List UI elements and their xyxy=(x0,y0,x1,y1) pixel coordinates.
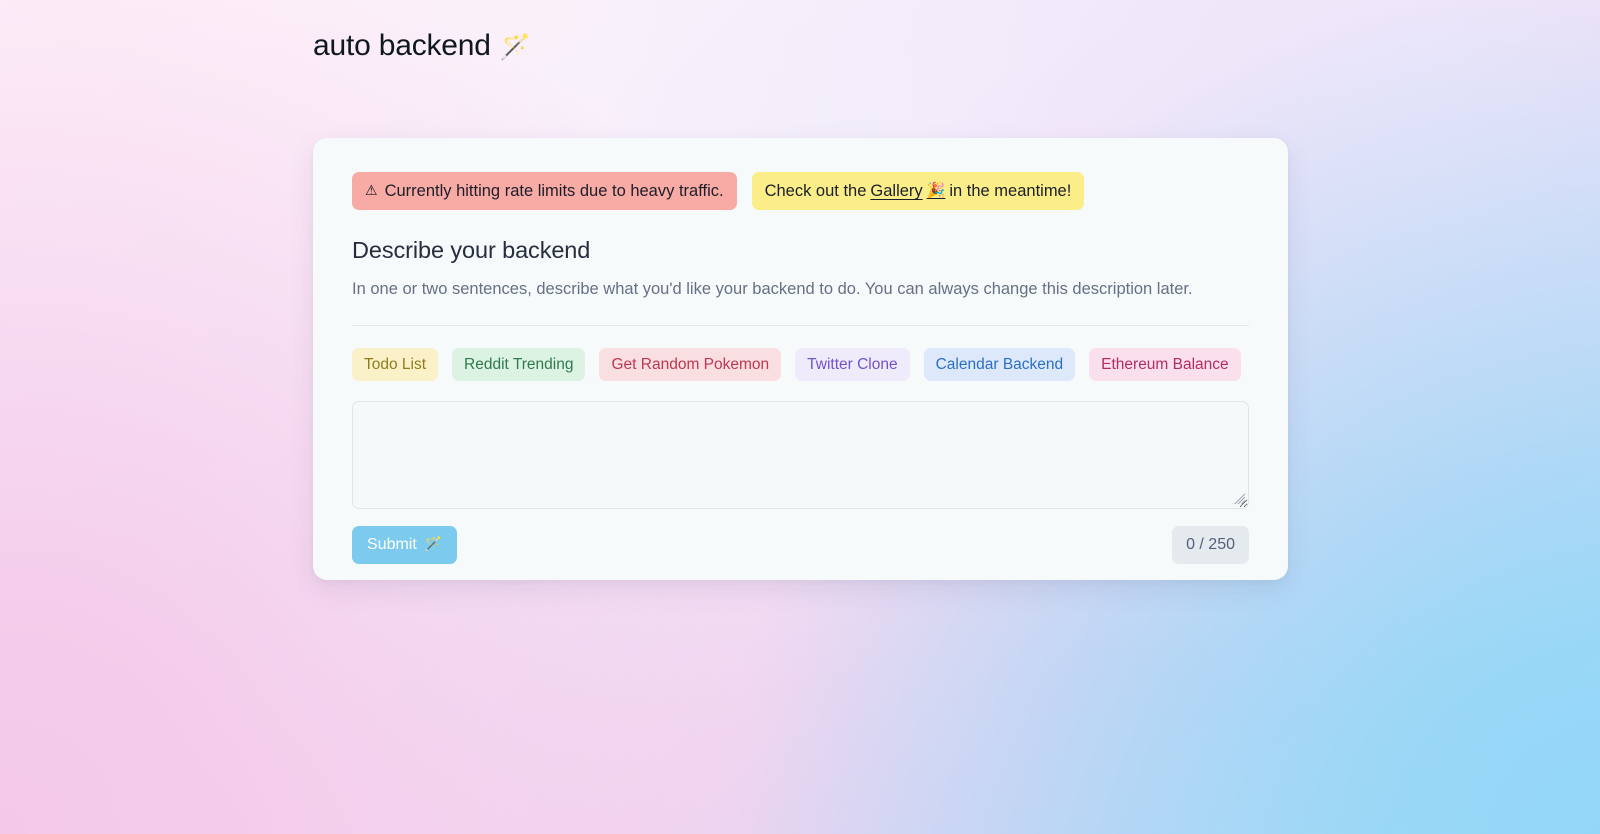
example-chip[interactable]: Todo List xyxy=(352,348,439,381)
rate-limit-warning-text: Currently hitting rate limits due to hea… xyxy=(384,182,724,200)
example-chip[interactable]: Reddit Trending xyxy=(452,348,586,381)
gallery-link[interactable]: Gallery 🎉 xyxy=(870,181,945,201)
prompt-textarea-wrapper xyxy=(352,401,1249,509)
example-chip[interactable]: Ethereum Balance xyxy=(1089,348,1241,381)
gallery-banner-suffix: in the meantime! xyxy=(949,182,1072,200)
page-description: In one or two sentences, describe what y… xyxy=(352,280,1193,298)
magic-wand-icon: 🪄 xyxy=(499,32,531,61)
party-popper-icon: 🎉 xyxy=(926,182,946,199)
app-logo[interactable]: auto backend 🪄 xyxy=(313,27,531,65)
backend-description-input[interactable] xyxy=(352,401,1249,509)
describe-backend-card: ⚠ Currently hitting rate limits due to h… xyxy=(313,138,1288,580)
example-chip[interactable]: Get Random Pokemon xyxy=(599,348,782,381)
submit-button-label: Submit xyxy=(367,536,417,553)
section-divider xyxy=(352,325,1249,326)
warning-triangle-icon: ⚠ xyxy=(365,182,378,198)
example-chip-list: Todo List Reddit Trending Get Random Pokem… xyxy=(352,348,1249,381)
gallery-info-banner: Check out the Gallery 🎉 in the meantime! xyxy=(751,172,1085,210)
form-footer: Submit 🪄 0 / 250 xyxy=(352,526,1249,564)
app-title: auto backend xyxy=(313,29,491,62)
submit-button[interactable]: Submit 🪄 xyxy=(352,526,458,564)
magic-wand-icon: 🪄 xyxy=(423,536,443,553)
page-title: Describe your backend xyxy=(352,237,591,263)
example-chip[interactable]: Calendar Backend xyxy=(923,348,1076,381)
gallery-link-label: Gallery xyxy=(870,182,923,200)
rate-limit-warning-banner: ⚠ Currently hitting rate limits due to h… xyxy=(352,172,737,210)
gallery-banner-prefix: Check out the xyxy=(764,182,867,200)
example-chip[interactable]: Twitter Clone xyxy=(795,348,910,381)
banner-row: ⚠ Currently hitting rate limits due to h… xyxy=(352,172,1249,210)
character-counter: 0 / 250 xyxy=(1172,526,1249,564)
